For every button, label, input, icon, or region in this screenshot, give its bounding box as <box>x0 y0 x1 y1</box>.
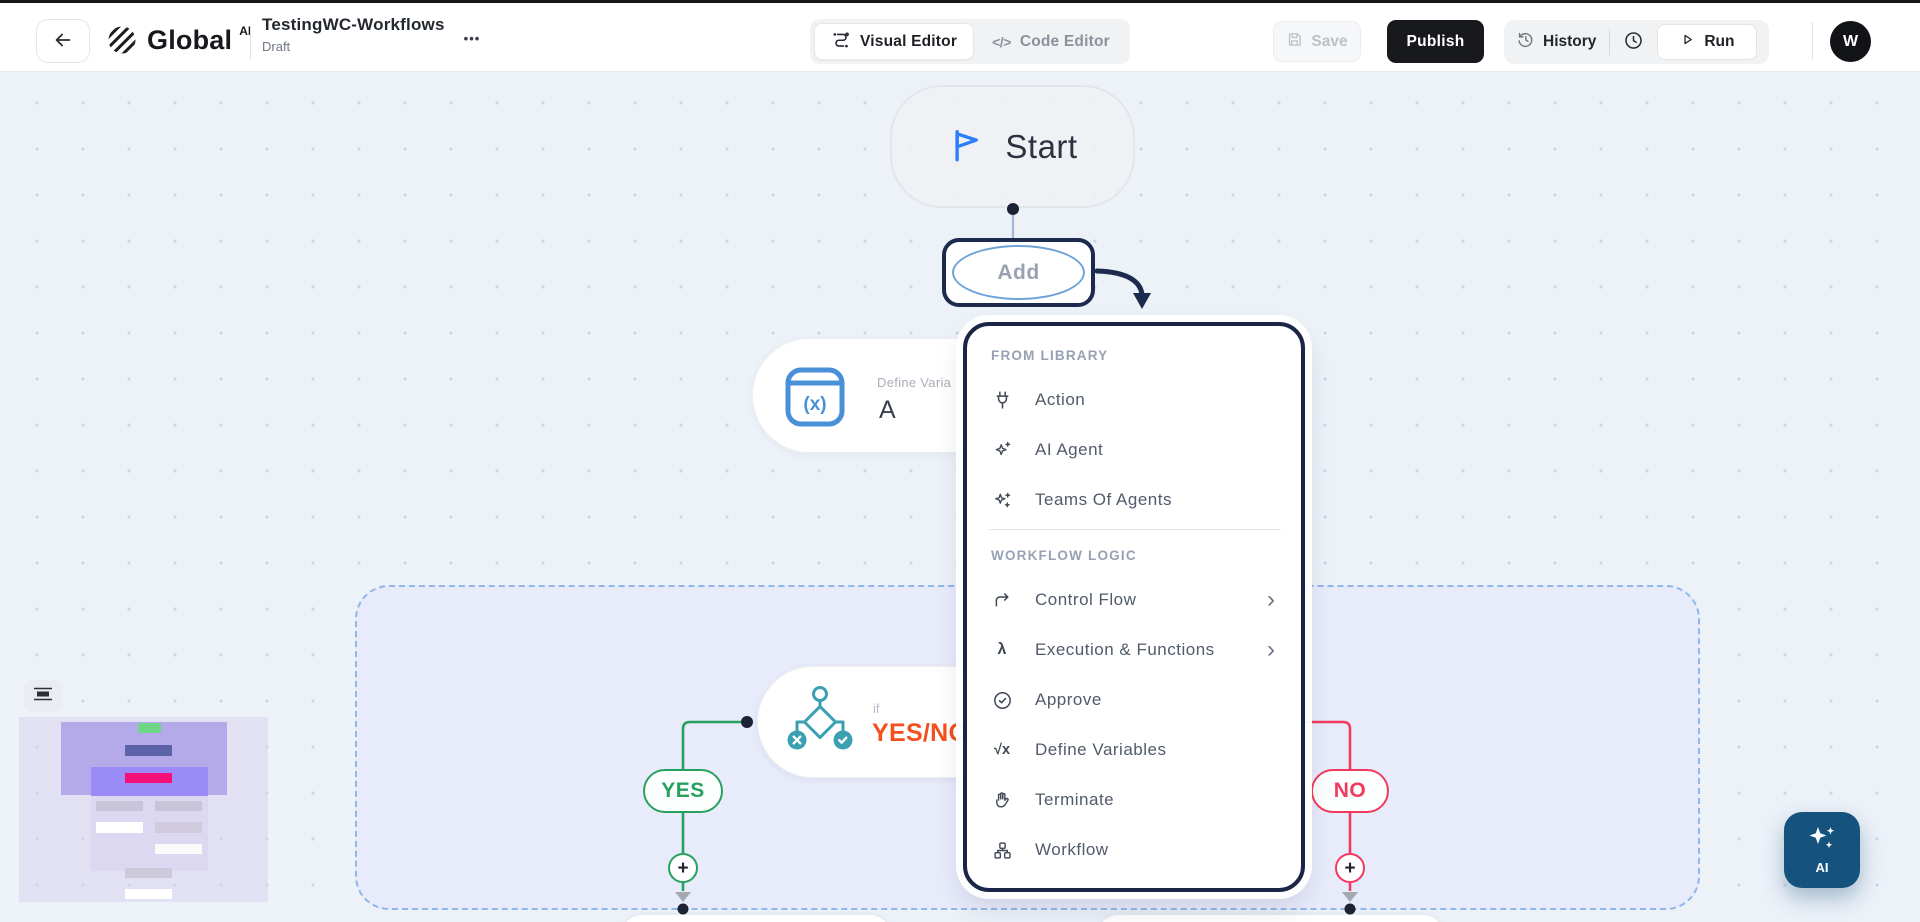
yes-branch-next-node[interactable] <box>622 915 890 922</box>
menu-item-workflow[interactable]: Workflow <box>989 825 1281 875</box>
group-divider <box>1609 29 1610 55</box>
sqrt-icon: √x <box>991 742 1013 758</box>
minimap-node <box>125 868 172 878</box>
schedule-clock-button[interactable] <box>1623 30 1644 54</box>
menu-item-terminate[interactable]: Terminate <box>989 775 1281 825</box>
menu-item-control-flow[interactable]: Control Flow › <box>989 575 1281 625</box>
plus-icon: + <box>677 859 688 878</box>
menu-section-title: FROM LIBRARY <box>991 348 1281 363</box>
start-node[interactable]: Start <box>890 85 1135 208</box>
auto-layout-button[interactable] <box>24 680 62 712</box>
sparkles-icon <box>991 490 1013 511</box>
minimap-node <box>155 844 202 854</box>
menu-item-action[interactable]: Action <box>989 375 1281 425</box>
ai-button-label: AI <box>1816 860 1829 875</box>
back-arrow-icon <box>52 29 74 54</box>
back-button[interactable] <box>36 19 90 63</box>
play-icon <box>1680 32 1695 52</box>
check-circle-icon <box>991 690 1013 711</box>
chevron-right-icon: › <box>1267 588 1275 612</box>
run-button[interactable]: Run <box>1657 24 1757 60</box>
menu-divider <box>989 529 1281 530</box>
ai-assistant-button[interactable]: AI <box>1784 812 1860 888</box>
if-node-value: YES/NO <box>872 719 968 748</box>
add-node-inner-ring: Add <box>952 245 1085 300</box>
minimap-node <box>125 773 172 783</box>
save-label: Save <box>1311 33 1347 51</box>
chevron-right-icon: › <box>1267 638 1275 662</box>
plus-icon: + <box>1344 859 1355 878</box>
define-node-value: A <box>879 396 896 425</box>
run-label: Run <box>1704 33 1734 51</box>
add-node-menu: FROM LIBRARY Action AI Agent Teams Of Ag… <box>963 322 1305 892</box>
yes-branch-add-button[interactable]: + <box>668 853 698 883</box>
brand-logo: Global AI <box>104 22 251 63</box>
workflow-title-block: TestingWC-Workflows Draft <box>262 15 445 54</box>
header-divider <box>1812 22 1813 60</box>
history-label: History <box>1543 33 1596 51</box>
menu-section-title: WORKFLOW LOGIC <box>991 548 1281 563</box>
tab-code-editor[interactable]: </> Code Editor <box>976 23 1126 60</box>
code-editor-label: Code Editor <box>1020 33 1110 51</box>
add-node-button[interactable]: Add <box>942 238 1095 307</box>
define-node-title: Define Varia <box>877 375 951 390</box>
menu-item-ai-agent[interactable]: AI Agent <box>989 425 1281 475</box>
code-icon: </> <box>992 34 1011 50</box>
start-node-label: Start <box>1005 128 1077 166</box>
flag-icon <box>947 126 983 167</box>
window-top-edge <box>0 0 1920 3</box>
minimap-node <box>96 822 143 833</box>
align-layers-icon <box>33 687 53 706</box>
history-button[interactable]: History <box>1516 30 1596 54</box>
more-options-button[interactable]: ••• <box>452 26 492 50</box>
minimap-node <box>155 801 202 811</box>
hand-icon <box>991 790 1013 811</box>
no-branch-next-node[interactable] <box>1098 915 1443 922</box>
header: Global AI TestingWC-Workflows Draft ••• … <box>0 0 1920 72</box>
visual-editor-label: Visual Editor <box>860 33 957 51</box>
branch-arrow-icon <box>991 590 1013 611</box>
minimap-node <box>125 745 172 756</box>
workflow-tree-icon <box>991 840 1013 861</box>
yes-branch-label: YES <box>643 769 723 813</box>
save-button[interactable]: Save <box>1273 21 1361 62</box>
publish-button[interactable]: Publish <box>1387 20 1484 63</box>
page-title: TestingWC-Workflows <box>262 15 445 35</box>
sparkle-ai-icon <box>1805 825 1839 858</box>
floppy-icon <box>1286 31 1303 53</box>
minimap-node <box>155 822 202 833</box>
brand-name: Global <box>147 22 232 58</box>
no-branch-add-button[interactable]: + <box>1335 853 1365 883</box>
no-branch-label: NO <box>1311 769 1389 813</box>
menu-item-execution-functions[interactable]: λ Execution & Functions › <box>989 625 1281 675</box>
if-node-caption: if <box>873 701 880 716</box>
minimap[interactable] <box>19 717 268 902</box>
decision-diamond-icon <box>782 684 858 765</box>
ellipsis-icon: ••• <box>464 31 481 46</box>
clock-icon <box>1623 30 1644 54</box>
agent-star-icon <box>991 440 1013 461</box>
header-divider <box>250 26 251 60</box>
add-node-label: Add <box>997 261 1039 285</box>
route-icon <box>831 29 851 54</box>
menu-item-define-variables[interactable]: √x Define Variables <box>989 725 1281 775</box>
menu-item-teams-of-agents[interactable]: Teams Of Agents <box>989 475 1281 525</box>
minimap-node <box>125 889 172 899</box>
lambda-icon: λ <box>991 641 1013 659</box>
svg-text:(x): (x) <box>803 394 826 415</box>
run-controls-group: History Run <box>1504 20 1769 64</box>
minimap-node <box>138 723 161 733</box>
history-icon <box>1516 30 1535 54</box>
menu-item-approve[interactable]: Approve <box>989 675 1281 725</box>
globe-icon <box>104 22 140 63</box>
status-badge: Draft <box>262 39 445 54</box>
minimap-node <box>96 801 143 811</box>
variables-window-icon: (x) <box>783 365 847 434</box>
tab-visual-editor[interactable]: Visual Editor <box>814 23 974 60</box>
plug-icon <box>991 390 1013 411</box>
workflow-canvas[interactable]: Start Add (x) Define Varia A <box>0 72 1920 922</box>
editor-mode-toggle: Visual Editor </> Code Editor <box>810 19 1130 64</box>
user-avatar[interactable]: W <box>1830 21 1871 62</box>
